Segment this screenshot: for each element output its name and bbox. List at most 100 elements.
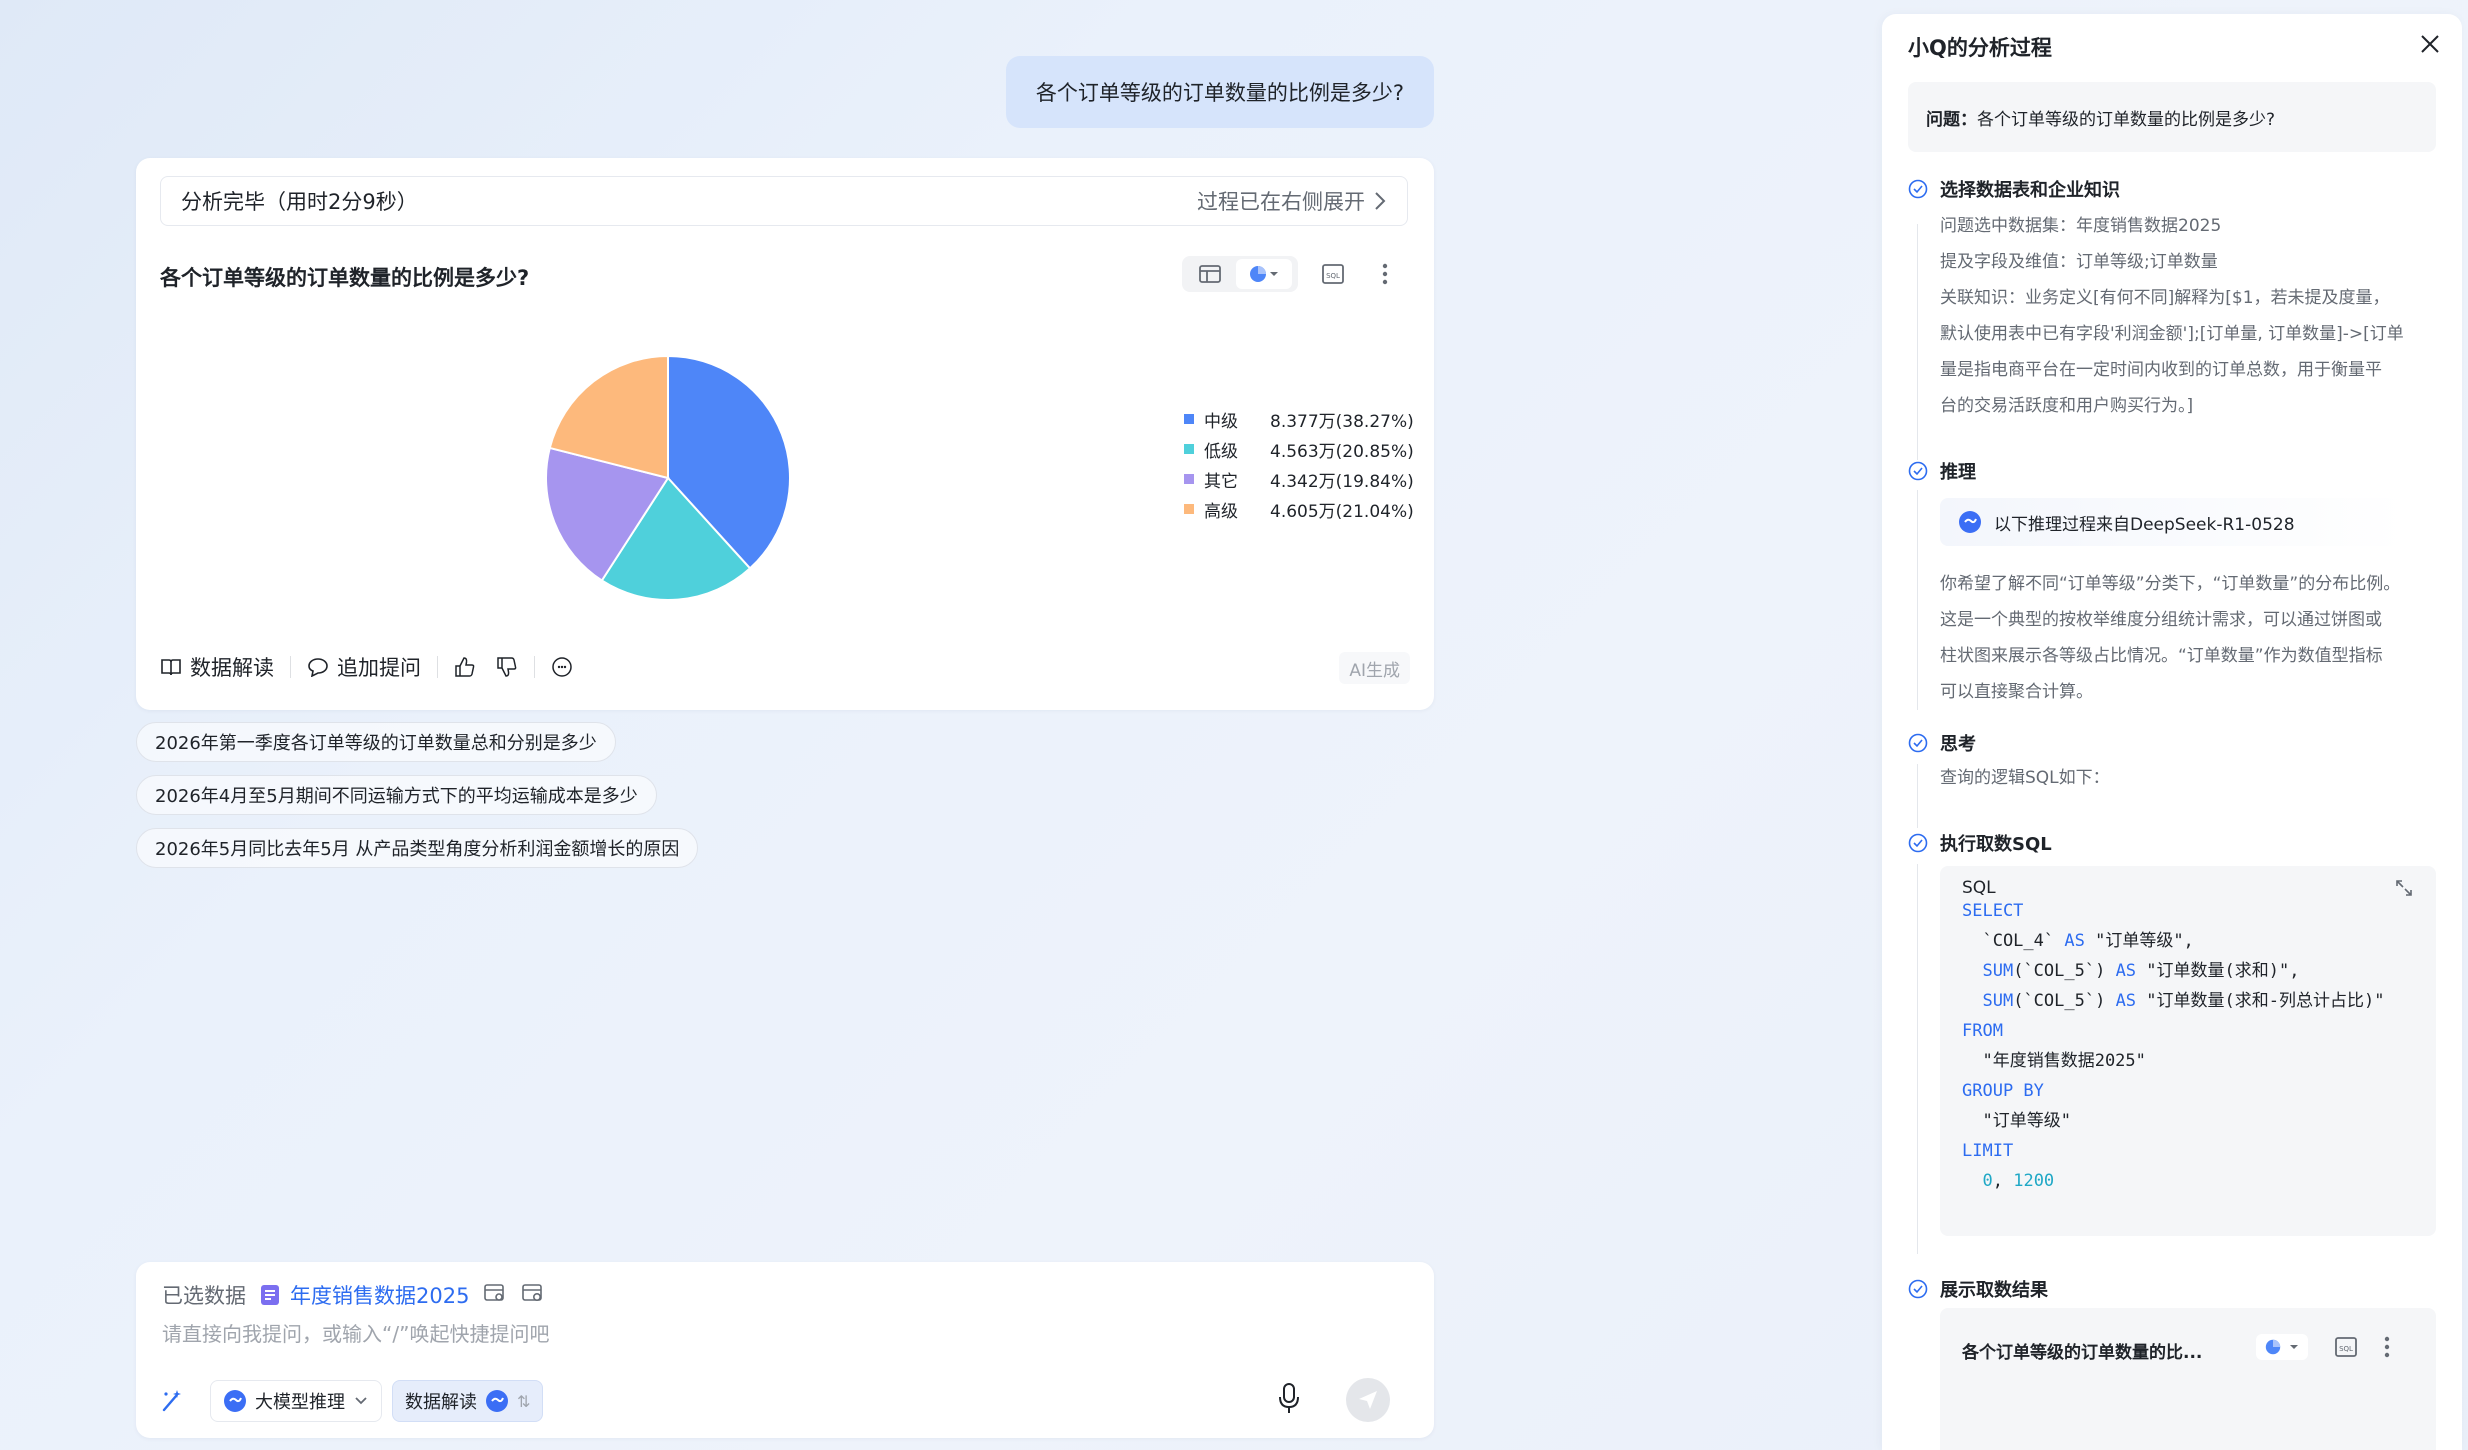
mode-suffix: ⇅ [517, 1391, 531, 1411]
thumbs-up-icon [455, 657, 475, 677]
chart-type-dropdown[interactable] [2256, 1334, 2308, 1360]
chat-bubble-icon [308, 658, 328, 677]
step-title: 展示取数结果 [1940, 1280, 2048, 1301]
chart-type-dropdown[interactable] [1236, 259, 1292, 289]
sparkle-wand-icon [162, 1390, 181, 1412]
answer-title: 各个订单等级的订单数量的比例是多少? [160, 266, 530, 290]
step-connector [1917, 764, 1918, 828]
legend-name: 中级 [1204, 411, 1238, 432]
chart-legend: 中级 8.377万(38.27%) 低级 4.563万(20.85%) 其它 4.342万… [1184, 404, 1414, 524]
table-search-icon [484, 1283, 505, 1301]
expand-icon[interactable] [2394, 878, 2414, 898]
reasoning-source-text: 以下推理过程来自DeepSeek-R1-0528 [1994, 514, 2295, 535]
sql-code: SELECT `COL_4` AS "订单等级", SUM(`COL_5`) A… [1962, 901, 2385, 1191]
selected-data-row: 已选数据 年度销售数据2025 [162, 1280, 545, 1310]
step-line-text: 问题选中数据集：年度销售数据2025 [1940, 216, 2222, 236]
legend-value: 8.377万(38.27%) [1270, 411, 1414, 432]
check-circle-icon [1908, 833, 1928, 853]
legend-value: 4.342万(19.84%) [1270, 471, 1414, 492]
interpret-label: 数据解读 [190, 656, 274, 680]
feedback-button[interactable] [551, 656, 573, 678]
dataset-link[interactable]: 年度销售数据2025 [260, 1280, 469, 1310]
legend-swatch [1184, 414, 1194, 424]
step-reasoning: 推理 [1908, 458, 1976, 484]
input-toolbar: 大模型推理 数据解读 ⇅ [158, 1378, 1412, 1424]
caret-down-icon [2290, 1345, 2298, 1349]
step-connector [1917, 490, 1918, 710]
book-icon [161, 659, 181, 676]
sql-code-box: SQL SELECT `COL_4` AS "订单等级", SUM(`COL_5… [1940, 866, 2436, 1236]
more-vertical-icon[interactable] [2384, 1335, 2390, 1359]
like-button[interactable] [454, 656, 476, 678]
magic-wand-button[interactable] [158, 1388, 184, 1414]
interpret-button[interactable]: 数据解读 [160, 652, 274, 682]
suggestion-chip[interactable]: 2026年4月至5月期间不同运输方式下的平均运输成本是多少 [136, 775, 657, 815]
user-question-text: 各个订单等级的订单数量的比例是多少? [1035, 81, 1405, 105]
chevron-down-icon [355, 1397, 367, 1405]
process-hint-link[interactable]: 过程已在右侧展开 [1197, 186, 1365, 216]
table-icon [1199, 265, 1221, 283]
chevron-right-icon [1375, 192, 1386, 210]
legend-swatch [1184, 444, 1194, 454]
table-view-button[interactable] [1188, 259, 1232, 289]
more-options-button[interactable] [1368, 257, 1402, 291]
suggestion-chip[interactable]: 2026年第一季度各订单等级的订单数量总和分别是多少 [136, 722, 616, 762]
model-select[interactable]: 大模型推理 [210, 1380, 382, 1422]
check-circle-icon [1908, 461, 1928, 481]
more-vertical-icon [1382, 263, 1388, 285]
chart-toolbar: SQL [1182, 256, 1402, 292]
panel-title: 小Q的分析过程 [1908, 36, 2052, 60]
step-title: 选择数据表和企业知识 [1940, 180, 2120, 201]
legend-swatch [1184, 504, 1194, 514]
microphone-button[interactable] [1276, 1382, 1302, 1420]
legend-value: 4.563万(20.85%) [1270, 441, 1414, 462]
analysis-panel: 小Q的分析过程 问题： 各个订单等级的订单数量的比例是多少? 选择数据表和企业知… [1882, 14, 2462, 1450]
question-input[interactable]: 请直接向我提问，或输入“/”唤起快捷提问吧 [162, 1318, 549, 1347]
legend-value: 4.605万(21.04%) [1270, 501, 1414, 522]
send-button[interactable] [1346, 1378, 1390, 1422]
legend-name: 低级 [1204, 441, 1238, 462]
step-thinking: 思考 [1908, 730, 1976, 756]
analysis-status-bar[interactable]: 分析完毕（用时2分9秒） 过程已在右侧展开 [160, 176, 1408, 226]
sql-view-button[interactable]: SQL [1316, 257, 1350, 291]
sql-icon[interactable]: SQL [2334, 1336, 2358, 1358]
legend-item[interactable]: 高级 4.605万(21.04%) [1184, 494, 1414, 524]
selected-data-label: 已选数据 [162, 1284, 246, 1308]
dataset-settings-button[interactable] [521, 1282, 545, 1309]
sql-label: SQL [1962, 878, 1996, 898]
step-line-text: 这是一个典型的按枚举维度分组统计需求，可以通过饼图或 [1940, 610, 2382, 630]
result-chart-title: 各个订单等级的订单数量的比... [1962, 1343, 2203, 1363]
check-circle-icon [1908, 179, 1928, 199]
dataset-preview-button[interactable] [483, 1282, 507, 1309]
table-settings-icon [522, 1283, 543, 1301]
dislike-button[interactable] [496, 656, 518, 678]
step-select-body: 问题选中数据集：年度销售数据2025 提及字段及维值：订单等级;订单数量 关联知… [1940, 208, 2430, 424]
panel-question: 问题： 各个订单等级的订单数量的比例是多少? [1908, 82, 2436, 152]
panel-close-button[interactable] [2418, 32, 2442, 60]
dataset-name: 年度销售数据2025 [290, 1284, 470, 1308]
caret-down-icon [1270, 272, 1278, 276]
step-reasoning-body: 你希望了解不同“订单等级”分类下，“订单数量”的分布比例。 这是一个典型的按枚举… [1940, 566, 2430, 710]
mode-toggle[interactable]: 数据解读 ⇅ [392, 1380, 544, 1422]
svg-text:SQL: SQL [1326, 272, 1340, 280]
analysis-status-text: 分析完毕（用时2分9秒） [181, 190, 418, 214]
step-execute-sql: 执行取数SQL [1908, 830, 2052, 856]
legend-item[interactable]: 中级 8.377万(38.27%) [1184, 404, 1414, 434]
divider [534, 656, 535, 678]
microphone-icon [1279, 1383, 1299, 1413]
mode-label: 数据解读 [405, 1392, 477, 1413]
view-switcher [1182, 256, 1298, 292]
legend-item[interactable]: 其它 4.342万(19.84%) [1184, 464, 1414, 494]
chat-input-box: 已选数据 年度销售数据2025 请直接向我提问，或输入“/”唤起快捷提问吧 大模… [136, 1262, 1434, 1438]
check-circle-icon [1908, 1279, 1928, 1299]
answer-actions: 数据解读 追加提问 [160, 652, 573, 682]
sql-icon: SQL [1322, 264, 1344, 284]
suggestion-chip[interactable]: 2026年5月同比去年5月 从产品类型角度分析利润金额增长的原因 [136, 828, 699, 868]
step-connector [1917, 864, 1918, 1254]
model-logo-icon [224, 1390, 246, 1412]
ai-generated-tag: AI生成 [1339, 652, 1410, 684]
legend-item[interactable]: 低级 4.563万(20.85%) [1184, 434, 1414, 464]
svg-text:SQL: SQL [2339, 1345, 2353, 1353]
pie-chart-icon [1250, 266, 1266, 282]
followup-button[interactable]: 追加提问 [307, 652, 421, 682]
